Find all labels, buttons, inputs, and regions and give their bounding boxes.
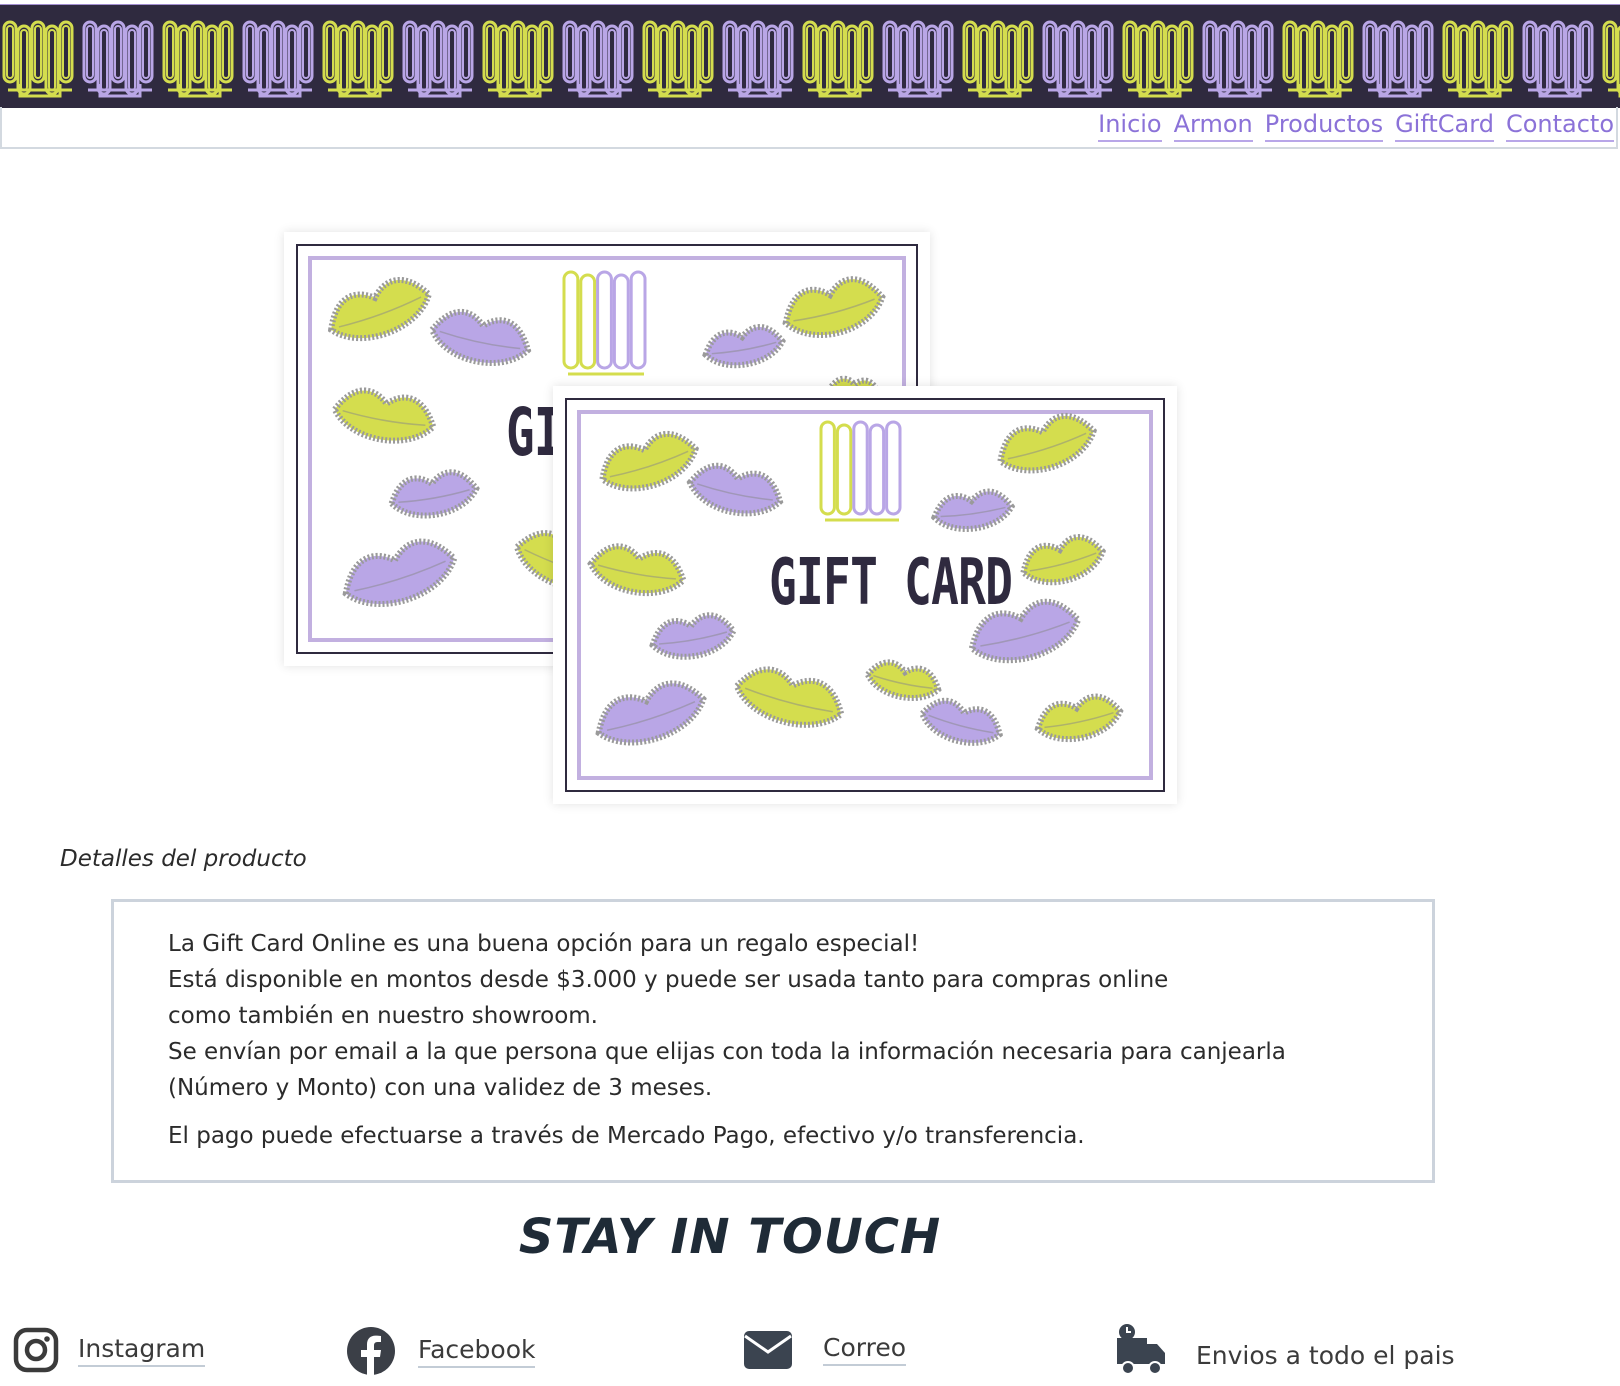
gift-card-front-title: GIFT CARD	[769, 546, 1013, 620]
armon-logo-tile	[1280, 14, 1360, 100]
armon-logo-tile	[0, 14, 80, 100]
nav-link-armon[interactable]: Armon	[1173, 109, 1253, 142]
details-line: El pago puede efectuarse a través de Mer…	[168, 1123, 1085, 1149]
delivery-truck-icon	[1116, 1324, 1166, 1376]
armon-logo-tile	[640, 14, 720, 100]
armon-logo-tile	[400, 14, 480, 100]
nav-link-inicio[interactable]: Inicio	[1098, 109, 1162, 142]
armon-logo-tile	[1120, 14, 1200, 100]
armon-logo-tile	[1200, 14, 1280, 100]
armon-logo-tile	[1600, 14, 1620, 100]
product-details-box: La Gift Card Online es una buena opción …	[111, 899, 1435, 1183]
armon-logo-tile	[960, 14, 1040, 100]
armon-logo-tile	[560, 14, 640, 100]
shipping-info: Envios a todo el pais	[1116, 1324, 1455, 1376]
armon-logo-tile	[800, 14, 880, 100]
armon-logo-tile	[880, 14, 960, 100]
nav-link-productos[interactable]: Productos	[1264, 109, 1384, 142]
facebook-link[interactable]: Facebook	[346, 1326, 536, 1376]
shipping-label: Envios a todo el pais	[1196, 1341, 1455, 1370]
armon-logo-tile	[720, 14, 800, 100]
armon-logo-banner	[0, 4, 1620, 108]
details-line: Se envían por email a la que persona que…	[168, 1039, 1286, 1065]
facebook-label[interactable]: Facebook	[418, 1334, 536, 1368]
nav-link-giftcard[interactable]: GiftCard	[1395, 109, 1494, 142]
instagram-icon	[12, 1326, 60, 1374]
stay-in-touch-heading: STAY IN TOUCH	[518, 1209, 942, 1265]
armon-logo-tile	[80, 14, 160, 100]
mail-icon	[743, 1327, 793, 1371]
facebook-icon	[346, 1326, 396, 1376]
details-line: como también en nuestro showroom.	[168, 1003, 598, 1029]
top-nav: Inicio Armon Productos GiftCard Contacto	[0, 107, 1618, 149]
armon-logo-tile	[160, 14, 240, 100]
nav-links: Inicio Armon Productos GiftCard Contacto	[1098, 109, 1614, 142]
armon-logo-tile	[1360, 14, 1440, 100]
instagram-link[interactable]: Instagram	[12, 1326, 206, 1374]
armon-logo-tile	[320, 14, 400, 100]
details-line: (Número y Monto) con una validez de 3 me…	[168, 1075, 713, 1101]
armon-logo-tile	[1040, 14, 1120, 100]
gift-card-front-image: GIFT CARD	[553, 386, 1177, 804]
details-line: Está disponible en montos desde $3.000 y…	[168, 967, 1169, 993]
product-details-label: Detalles del producto	[60, 846, 307, 872]
armon-logo-tile	[480, 14, 560, 100]
email-label[interactable]: Correo	[823, 1332, 906, 1366]
details-line: La Gift Card Online es una buena opción …	[168, 931, 920, 957]
nav-link-contacto[interactable]: Contacto	[1505, 109, 1614, 142]
instagram-label[interactable]: Instagram	[78, 1333, 206, 1367]
armon-logo-tile	[1520, 14, 1600, 100]
armon-logo-tile	[240, 14, 320, 100]
armon-logo-tile	[1440, 14, 1520, 100]
email-link[interactable]: Correo	[743, 1327, 906, 1371]
